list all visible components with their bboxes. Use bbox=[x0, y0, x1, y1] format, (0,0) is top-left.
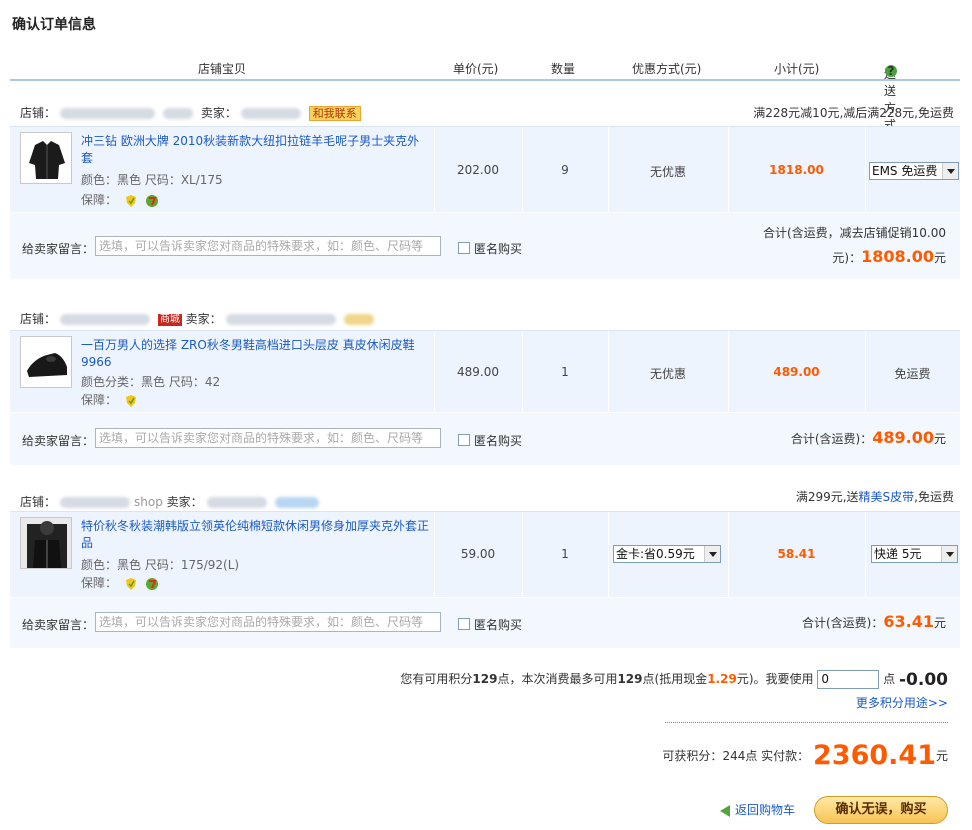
final-amount: 2360.41 bbox=[813, 740, 936, 771]
col-subtotal: 小计(元) bbox=[774, 62, 820, 76]
unit-price: 202.00 bbox=[457, 163, 499, 177]
quantity: 1 bbox=[561, 547, 569, 561]
product-title-link[interactable]: 一百万男人的选择 ZRO秋冬男鞋高档进口头层皮 真皮休闲皮鞋9966 bbox=[81, 337, 431, 371]
shop-info: 店铺： shop 卖家： bbox=[20, 493, 323, 510]
points-deduction: -0.00 bbox=[899, 670, 948, 690]
shop-name-redacted bbox=[60, 314, 151, 325]
shop-info: 店铺： 卖家： 和我联系 bbox=[20, 104, 361, 121]
insurance-info: 保障： bbox=[81, 391, 138, 408]
order-total-amount: 63.41 bbox=[883, 612, 934, 631]
discount-method: 无优惠 bbox=[649, 367, 686, 381]
quality-shield-icon[interactable] bbox=[124, 394, 138, 408]
back-to-cart-link[interactable]: 返回购物车 bbox=[720, 801, 795, 818]
product-thumbnail[interactable] bbox=[20, 336, 72, 388]
page-title: 确认订单信息 bbox=[12, 17, 96, 33]
message-label: 给卖家留言： bbox=[22, 434, 95, 448]
order-item-row: 特价秋冬秋装潮韩版立领英伦纯棉短款休闲男修身加厚夹克外套正品 颜色：黑色 尺码：… bbox=[10, 511, 960, 597]
seven-day-return-icon[interactable] bbox=[145, 194, 159, 208]
seller-name-redacted bbox=[206, 497, 267, 508]
seller-name-redacted bbox=[225, 314, 336, 325]
checkbox-icon[interactable] bbox=[458, 618, 470, 630]
message-label: 给卖家留言： bbox=[22, 618, 95, 632]
back-arrow-icon bbox=[720, 804, 730, 817]
item-subtotal: 1818.00 bbox=[769, 163, 824, 177]
col-discount: 优惠方式(元) bbox=[632, 62, 702, 76]
shop-info: 店铺： 商城 卖家： bbox=[20, 310, 378, 327]
product-thumbnail[interactable] bbox=[20, 517, 72, 569]
order-item-row: 一百万男人的选择 ZRO秋冬男鞋高档进口头层皮 真皮休闲皮鞋9966 颜色分类：… bbox=[10, 330, 960, 412]
shipping-method: 免运费 bbox=[894, 367, 931, 381]
quantity: 1 bbox=[561, 365, 569, 379]
checkbox-icon[interactable] bbox=[458, 242, 470, 254]
quality-shield-icon[interactable] bbox=[124, 577, 138, 591]
seller-message-input[interactable]: 选填，可以告诉卖家您对商品的特殊要求，如：颜色、尺码等 bbox=[95, 236, 441, 256]
item-subtotal: 489.00 bbox=[773, 365, 820, 379]
seven-day-return-icon[interactable] bbox=[145, 577, 159, 591]
more-points-link[interactable]: 更多积分用途>> bbox=[856, 694, 948, 711]
contact-seller-button[interactable]: 和我联系 bbox=[308, 106, 361, 121]
order-total-amount: 489.00 bbox=[872, 428, 934, 447]
chevron-down-icon bbox=[941, 546, 957, 562]
confirm-purchase-button[interactable]: 确认无误，购买 bbox=[814, 796, 948, 824]
shipping-select[interactable]: 快递 5元 bbox=[871, 545, 958, 563]
col-price: 单价(元) bbox=[453, 62, 499, 76]
seller-message-input[interactable]: 选填，可以告诉卖家您对商品的特殊要求，如：颜色、尺码等 bbox=[95, 428, 441, 448]
promo-gift-link[interactable]: 精美S皮带 bbox=[859, 490, 915, 504]
product-attrs: 颜色分类：黑色 尺码：42 bbox=[81, 375, 221, 389]
shipping-select[interactable]: EMS 免运费 bbox=[869, 162, 959, 180]
order-total: 合计(含运费)：489.00元 bbox=[790, 428, 946, 447]
insurance-info: 保障： bbox=[81, 191, 159, 208]
product-thumbnail[interactable] bbox=[20, 132, 72, 184]
anonymous-checkbox[interactable]: 匿名购买 bbox=[458, 240, 522, 257]
order-total-amount: 1808.00 bbox=[861, 247, 934, 266]
points-input[interactable]: 0 bbox=[817, 670, 880, 689]
chevron-down-icon bbox=[942, 163, 958, 179]
item-subtotal: 58.41 bbox=[777, 547, 816, 561]
col-product: 店铺宝贝 bbox=[198, 62, 247, 76]
shop-name-redacted bbox=[60, 108, 156, 119]
order-table-header: 店铺宝贝 单价(元) 数量 优惠方式(元) 小计(元) 运送方式? bbox=[10, 55, 960, 132]
points-usage: 您有可用积分129点，本次消费最多可用129点(抵用现金1.29元)。我要使用 … bbox=[400, 670, 948, 690]
product-title-link[interactable]: 冲三钻 欧洲大牌 2010秋装新款大纽扣拉链羊毛呢子男士夹克外套 bbox=[81, 133, 431, 167]
anonymous-checkbox[interactable]: 匿名购买 bbox=[458, 432, 522, 449]
unit-price: 489.00 bbox=[457, 365, 499, 379]
quality-shield-icon[interactable] bbox=[124, 194, 138, 208]
insurance-info: 保障： bbox=[81, 574, 159, 591]
seller-message-row: 给卖家留言： 选填，可以告诉卖家您对商品的特殊要求，如：颜色、尺码等 匿名购买 … bbox=[10, 413, 960, 465]
discount-select[interactable]: 金卡:省0.59元 bbox=[613, 545, 721, 563]
checkbox-icon[interactable] bbox=[458, 434, 470, 446]
seller-message-input[interactable]: 选填，可以告诉卖家您对商品的特殊要求，如：颜色、尺码等 bbox=[95, 612, 441, 632]
product-attrs: 颜色：黑色 尺码：XL/175 bbox=[81, 173, 223, 187]
order-total: 合计(含运费，减去店铺促销10.00 元)：1808.00元 bbox=[762, 226, 946, 266]
message-label: 给卖家留言： bbox=[22, 242, 95, 256]
anonymous-checkbox[interactable]: 匿名购买 bbox=[458, 616, 522, 633]
seller-message-row: 给卖家留言： 选填，可以告诉卖家您对商品的特殊要求，如：颜色、尺码等 匿名购买 … bbox=[10, 213, 960, 279]
product-title-link[interactable]: 特价秋冬秋装潮韩版立领英伦纯棉短款休闲男修身加厚夹克外套正品 bbox=[81, 518, 431, 552]
discount-method: 无优惠 bbox=[649, 165, 686, 179]
order-item-row: 冲三钻 欧洲大牌 2010秋装新款大纽扣拉链羊毛呢子男士夹克外套 颜色：黑色 尺… bbox=[10, 126, 960, 212]
final-payment: 可获积分：244点 实付款： 2360.41元 bbox=[662, 740, 948, 771]
quantity: 9 bbox=[561, 163, 569, 177]
chevron-down-icon bbox=[704, 546, 720, 562]
mall-badge: 商城 bbox=[157, 313, 182, 326]
unit-price: 59.00 bbox=[460, 547, 496, 561]
col-qty: 数量 bbox=[551, 62, 576, 76]
shop-promo: 满299元,送精美S皮带,免运费 bbox=[795, 490, 954, 504]
divider bbox=[665, 722, 948, 723]
seller-name-redacted bbox=[240, 108, 301, 119]
shop-name-redacted bbox=[60, 497, 131, 508]
product-attrs: 颜色：黑色 尺码：175/92(L) bbox=[81, 558, 240, 572]
help-icon[interactable]: ? bbox=[885, 65, 897, 77]
order-total: 合计(含运费)：63.41元 bbox=[802, 612, 946, 631]
seller-message-row: 给卖家留言： 选填，可以告诉卖家您对商品的特殊要求，如：颜色、尺码等 匿名购买 … bbox=[10, 598, 960, 648]
shop-promo: 满228元减10元,减后满228元,免运费 bbox=[753, 106, 954, 120]
